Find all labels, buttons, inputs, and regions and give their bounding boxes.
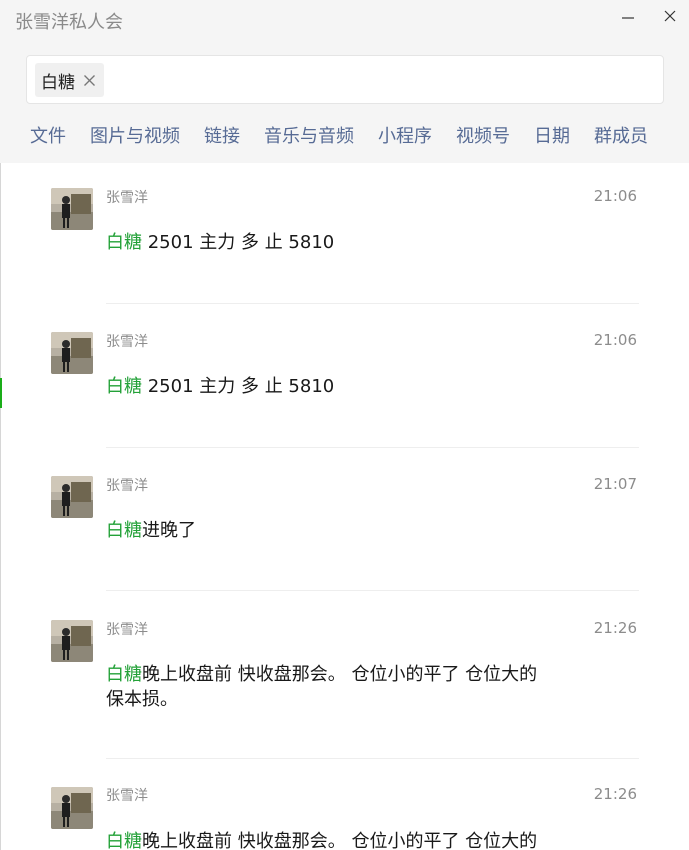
message-time: 21:06 [593, 187, 637, 205]
sender-name: 张雪洋 [106, 788, 148, 804]
message-time: 21:07 [593, 475, 637, 493]
filter-mini-programs[interactable]: 小程序 [378, 122, 432, 148]
close-button[interactable] [656, 4, 684, 28]
avatar[interactable] [51, 476, 93, 518]
search-header: 张雪洋私人会 白糖 文件 图片与视频 链接 音乐与音频 小程序 视频号 日期 群… [0, 0, 689, 163]
avatar[interactable] [51, 620, 93, 662]
sender-name: 张雪洋 [106, 478, 148, 494]
message-text: 晚上收盘前 快收盘那会。 仓位小的平了 仓位大的保本损。 [106, 664, 538, 710]
avatar[interactable] [51, 188, 93, 230]
message-time: 21:26 [593, 619, 637, 637]
message-time: 21:06 [593, 331, 637, 349]
keyword-highlight: 白糖 [106, 520, 142, 541]
sender-name: 张雪洋 [106, 334, 148, 350]
filter-images-videos[interactable]: 图片与视频 [90, 122, 180, 148]
window-title: 张雪洋私人会 [15, 12, 123, 33]
message-content: 白糖晚上收盘前 快收盘那会。 仓位小的平了 仓位大的 [106, 829, 546, 850]
keyword-highlight: 白糖 [106, 232, 142, 253]
avatar[interactable] [51, 787, 93, 829]
message-content: 白糖晚上收盘前 快收盘那会。 仓位小的平了 仓位大的保本损。 [106, 662, 546, 712]
keyword-highlight: 白糖 [106, 831, 142, 850]
message-text: 进晚了 [142, 520, 196, 541]
message-text: 2501 主力 多 止 5810 [142, 376, 335, 397]
minimize-icon [622, 17, 634, 19]
sender-name: 张雪洋 [106, 190, 148, 206]
filter-music-audio[interactable]: 音乐与音频 [264, 122, 354, 148]
search-keyword-label: 白糖 [41, 72, 75, 93]
divider [106, 590, 639, 591]
filter-channels[interactable]: 视频号 [456, 122, 510, 148]
search-keyword-chip[interactable]: 白糖 [35, 63, 104, 97]
divider [106, 303, 639, 304]
filter-date[interactable]: 日期 [534, 122, 570, 148]
divider [106, 447, 639, 448]
message-results-list[interactable]: 张雪洋 21:06 白糖 2501 主力 多 止 5810 张雪洋 21:06 … [0, 163, 689, 850]
search-input[interactable]: 白糖 [26, 55, 664, 104]
message-content: 白糖 2501 主力 多 止 5810 [106, 230, 546, 255]
message-text: 2501 主力 多 止 5810 [142, 232, 335, 253]
message-text: 晚上收盘前 快收盘那会。 仓位小的平了 仓位大的 [142, 831, 538, 850]
filter-tabs: 文件 图片与视频 链接 音乐与音频 小程序 视频号 日期 群成员 [30, 122, 672, 148]
filter-group-members[interactable]: 群成员 [594, 122, 648, 148]
keyword-highlight: 白糖 [106, 664, 142, 685]
minimize-button[interactable] [614, 4, 642, 28]
close-icon [664, 10, 676, 22]
filter-links[interactable]: 链接 [204, 122, 240, 148]
close-icon [84, 74, 95, 86]
remove-keyword-button[interactable] [83, 74, 96, 87]
avatar[interactable] [51, 332, 93, 374]
divider [106, 758, 639, 759]
message-content: 白糖进晚了 [106, 518, 546, 543]
keyword-highlight: 白糖 [106, 376, 142, 397]
message-time: 21:26 [593, 785, 637, 803]
message-content: 白糖 2501 主力 多 止 5810 [106, 374, 546, 399]
filter-files[interactable]: 文件 [30, 122, 66, 148]
sender-name: 张雪洋 [106, 622, 148, 638]
